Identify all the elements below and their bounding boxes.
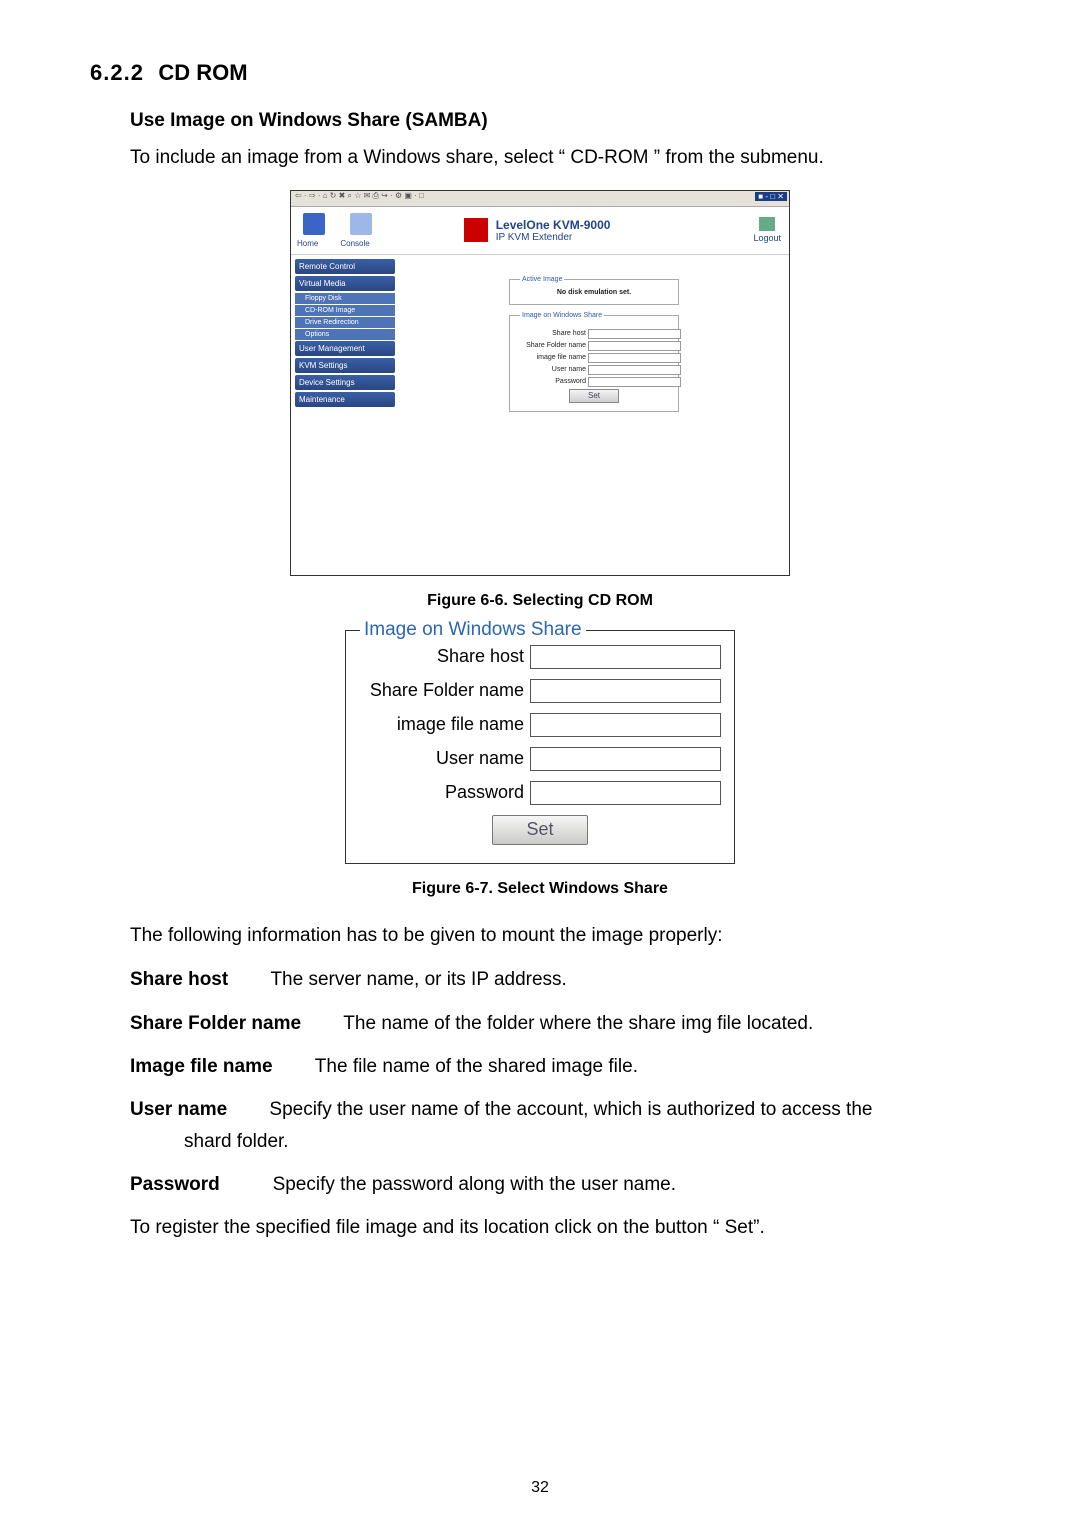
share-folder-label: Share Folder name — [360, 680, 530, 701]
share-folder-input[interactable] — [530, 679, 721, 703]
active-image-legend: Active Image — [520, 276, 564, 283]
def-user-name-desc-1: Specify the user name of the account, wh… — [269, 1099, 872, 1120]
logout-label: Logout — [753, 233, 781, 243]
image-file-label: image file name — [360, 714, 530, 735]
sidebar-sub-drive-redirection[interactable]: Drive Redirection — [295, 317, 395, 328]
active-image-status: No disk emulation set. — [516, 289, 672, 296]
product-subtitle: IP KVM Extender — [496, 232, 611, 243]
main-content: Active Image No disk emulation set. Imag… — [399, 255, 789, 575]
sidebar-item-virtual-media[interactable]: Virtual Media — [295, 276, 395, 291]
user-name-label-s: User name — [516, 366, 588, 373]
password-label-s: Password — [516, 378, 588, 385]
logout-icon — [759, 217, 775, 231]
password-input-s[interactable] — [588, 377, 681, 387]
sidebar-sub-options[interactable]: Options — [295, 329, 395, 340]
share-folder-input-s[interactable] — [588, 341, 681, 351]
user-name-input-s[interactable] — [588, 365, 681, 375]
user-name-label: User name — [360, 748, 530, 769]
active-image-fieldset: Active Image No disk emulation set. — [509, 279, 679, 305]
set-button[interactable]: Set — [492, 815, 588, 845]
window-controls: ■ - □ ✕ — [755, 192, 787, 201]
console-icon[interactable] — [350, 213, 372, 235]
def-image-file-term: Image file name — [130, 1056, 273, 1077]
def-image-file-desc: The file name of the shared image file. — [315, 1056, 638, 1077]
subsection-heading: Use Image on Windows Share (SAMBA) — [130, 110, 990, 132]
sidebar-item-user-management[interactable]: User Management — [295, 341, 395, 356]
image-file-input-s[interactable] — [588, 353, 681, 363]
def-share-host-desc: The server name, or its IP address. — [270, 969, 566, 990]
image-file-input[interactable] — [530, 713, 721, 737]
windows-share-fieldset-small: Image on Windows Share Share host Share … — [509, 315, 679, 412]
share-host-input[interactable] — [530, 645, 721, 669]
logout-link[interactable]: Logout — [753, 217, 781, 243]
section-title: CD ROM — [158, 60, 247, 85]
definition-list: Share host The server name, or its IP ad… — [130, 965, 990, 1200]
def-password-term: Password — [130, 1174, 220, 1195]
def-password-desc: Specify the password along with the user… — [273, 1174, 676, 1195]
windows-share-legend-large: Image on Windows Share — [360, 619, 586, 641]
sidebar-item-device-settings[interactable]: Device Settings — [295, 375, 395, 390]
sidebar-sub-cdrom-image[interactable]: CD-ROM Image — [295, 305, 395, 316]
def-share-folder-desc: The name of the folder where the share i… — [343, 1013, 813, 1034]
windows-share-fieldset-large: Image on Windows Share Share host Share … — [345, 630, 735, 864]
intro-paragraph: To include an image from a Windows share… — [130, 144, 990, 172]
section-heading: 6.2.2 CD ROM — [90, 60, 990, 86]
after-figure-paragraph: The following information has to be give… — [130, 922, 990, 950]
home-icon[interactable] — [303, 213, 325, 235]
sidebar-nav: Remote Control Virtual Media Floppy Disk… — [291, 255, 399, 575]
share-folder-label-s: Share Folder name — [516, 342, 588, 349]
figure-caption-2: Figure 6-7. Select Windows Share — [90, 880, 990, 898]
password-input[interactable] — [530, 781, 721, 805]
product-title: LevelOne KVM-9000 — [496, 218, 611, 232]
section-number: 6.2.2 — [90, 60, 144, 85]
password-label: Password — [360, 782, 530, 803]
def-user-name-desc-2: shard folder. — [184, 1131, 289, 1152]
set-button-s[interactable]: Set — [569, 389, 619, 403]
sidebar-item-remote-control[interactable]: Remote Control — [295, 259, 395, 274]
home-label: Home — [297, 239, 318, 248]
image-file-label-s: image file name — [516, 354, 588, 361]
share-host-input-s[interactable] — [588, 329, 681, 339]
figure-screenshot-cdrom: ⇦ · ⇨ · ⌂ ↻ ✖ ⌕ ☆ ✉ ⎙ ↪ · ⚙ ▣ · □ ■ - □ … — [290, 190, 790, 576]
final-paragraph: To register the specified file image and… — [130, 1214, 990, 1242]
browser-toolbar: ⇦ · ⇨ · ⌂ ↻ ✖ ⌕ ☆ ✉ ⎙ ↪ · ⚙ ▣ · □ ■ - □ … — [291, 191, 789, 207]
brand-logo-icon — [464, 218, 488, 242]
page-number: 32 — [0, 1479, 1080, 1497]
sidebar-sub-floppy-disk[interactable]: Floppy Disk — [295, 293, 395, 304]
app-header: Home Console LevelOne KVM-9000 IP KVM Ex… — [291, 207, 789, 255]
sidebar-item-kvm-settings[interactable]: KVM Settings — [295, 358, 395, 373]
share-host-label-s: Share host — [516, 330, 588, 337]
toolbar-icons: ⇦ · ⇨ · ⌂ ↻ ✖ ⌕ ☆ ✉ ⎙ ↪ · ⚙ ▣ · □ — [295, 191, 424, 200]
def-user-name-term: User name — [130, 1099, 227, 1120]
user-name-input[interactable] — [530, 747, 721, 771]
share-host-label: Share host — [360, 646, 530, 667]
console-label: Console — [340, 239, 369, 248]
def-share-host-term: Share host — [130, 969, 228, 990]
sidebar-item-maintenance[interactable]: Maintenance — [295, 392, 395, 407]
def-share-folder-term: Share Folder name — [130, 1013, 301, 1034]
figure-caption-1: Figure 6-6. Selecting CD ROM — [90, 592, 990, 610]
windows-share-legend-small: Image on Windows Share — [520, 312, 604, 319]
